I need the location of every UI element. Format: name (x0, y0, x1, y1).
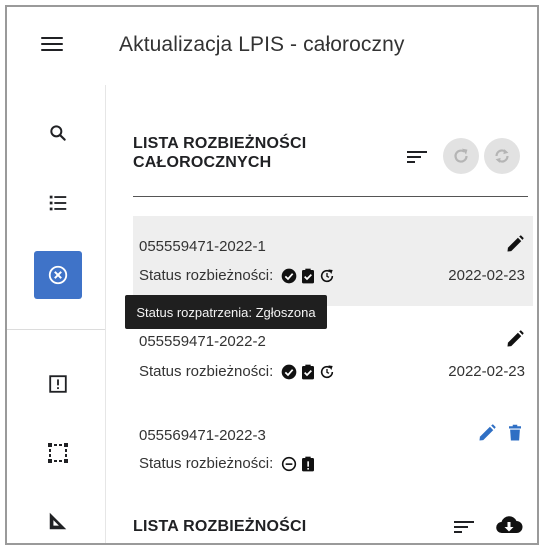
item-status: Status rozbieżności: (139, 455, 316, 472)
alert-box-icon (49, 375, 67, 393)
status-icons (281, 364, 335, 380)
list-icon (49, 195, 67, 211)
list-item[interactable]: 055559471-2022-1 Status rozbieżności: 20… (133, 216, 533, 306)
status-label: Status rozbieżności: (139, 363, 274, 380)
history-icon (321, 268, 334, 282)
sync-icon (495, 149, 509, 163)
sidebar-item-list[interactable] (34, 179, 82, 227)
list-item[interactable]: 055569471-2022-3 Status rozbieżności: (133, 403, 533, 493)
status-tooltip: Status rozpatrzenia: Zgłoszona (125, 295, 327, 329)
ruler-triangle-icon (49, 512, 67, 530)
status-icons (281, 456, 316, 472)
discrepancy-id: 055569471-2022-3 (139, 427, 266, 444)
item-date: 2022-02-23 (448, 363, 525, 380)
clipboard-alert-icon (302, 456, 315, 471)
cloud-download-icon[interactable] (495, 513, 523, 537)
status-icons (281, 268, 335, 284)
delete-icon[interactable] (505, 423, 525, 443)
minus-circle-icon (282, 456, 297, 471)
item-actions (505, 234, 525, 254)
sort-icon[interactable] (452, 517, 476, 537)
top-bar: Aktualizacja LPIS - całoroczny (7, 7, 537, 87)
sidebar-item-measure[interactable] (34, 497, 82, 543)
page-title: Aktualizacja LPIS - całoroczny (119, 33, 405, 56)
item-status: Status rozbieżności: (139, 363, 335, 380)
status-label: Status rozbieżności: (139, 455, 274, 472)
cancel-circle-icon (48, 265, 68, 285)
app-window: Aktualizacja LPIS - całoroczny LISTA ROZ… (5, 5, 539, 545)
discrepancy-id: 055559471-2022-1 (139, 238, 266, 255)
edit-icon[interactable] (505, 234, 525, 254)
select-frame-icon (48, 443, 68, 463)
edit-icon[interactable] (477, 423, 497, 443)
sidebar-item-search[interactable] (34, 109, 82, 157)
sidebar-item-report[interactable] (34, 360, 82, 408)
history-icon (321, 364, 334, 378)
check-circle-icon (281, 364, 297, 379)
discrepancy-id: 055559471-2022-2 (139, 333, 266, 350)
clipboard-check-icon (302, 364, 315, 379)
sidebar-item-discrepancies[interactable] (34, 251, 82, 299)
check-circle-icon (281, 268, 297, 283)
edit-icon[interactable] (505, 329, 525, 349)
item-date: 2022-02-23 (448, 267, 525, 284)
search-icon (50, 125, 66, 141)
title-line-1: LISTA ROZBIEŻNOŚCI (133, 135, 307, 152)
item-status: Status rozbieżności: (139, 267, 335, 284)
section-divider (133, 196, 528, 197)
item-actions (505, 329, 525, 349)
item-actions (477, 423, 525, 443)
sort-icon[interactable] (405, 147, 429, 167)
all-list-title: LISTA ROZBIEŻNOŚCI (133, 518, 307, 535)
refresh-icon (454, 148, 468, 163)
sidebar-separator (7, 329, 105, 330)
title-line-2: CAŁOROCZNYCH (133, 154, 272, 171)
sidebar-item-select-area[interactable] (34, 429, 82, 477)
refresh-button[interactable] (443, 138, 479, 174)
clipboard-check-icon (302, 268, 315, 283)
menu-icon[interactable] (41, 37, 63, 55)
status-label: Status rozbieżności: (139, 267, 274, 284)
sync-button[interactable] (484, 138, 520, 174)
year-round-list-title: LISTA ROZBIEŻNOŚCI CAŁOROCZNYCH (133, 134, 306, 172)
sidebar-divider (105, 85, 106, 543)
